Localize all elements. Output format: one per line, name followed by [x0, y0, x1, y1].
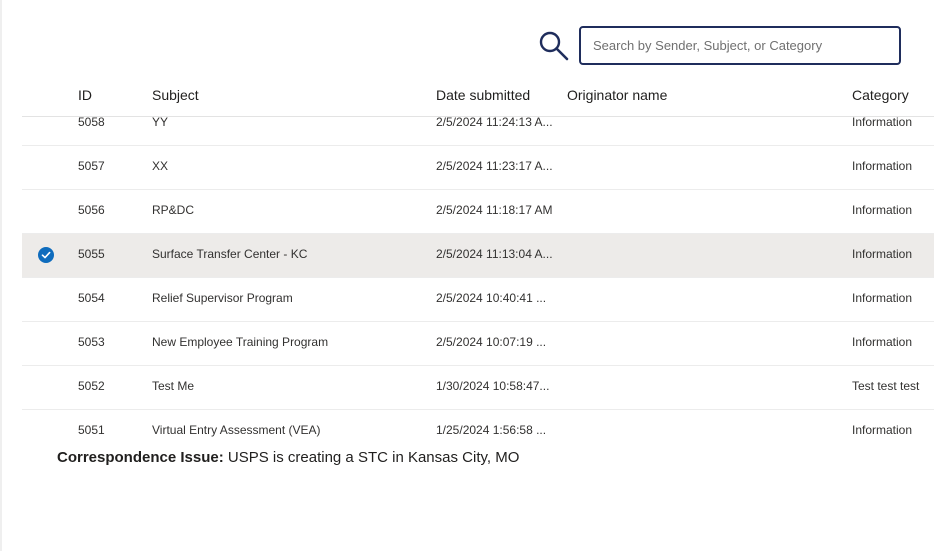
- table-row[interactable]: 5058 YY 2/5/2024 11:24:13 A... Information: [22, 117, 934, 146]
- cell-id: 5051: [78, 423, 105, 437]
- cell-subject: XX: [152, 159, 169, 173]
- cell-id: 5058: [78, 117, 105, 129]
- table-row[interactable]: 5051 Virtual Entry Assessment (VEA) 1/25/2…: [22, 410, 934, 445]
- cell-category: Information: [852, 423, 913, 437]
- cell-id: 5056: [78, 203, 105, 217]
- cell-category: Information: [852, 335, 913, 349]
- cell-category: Information: [852, 291, 913, 305]
- cell-date-submitted: 2/5/2024 10:40:41 ...: [436, 291, 547, 305]
- cell-subject: New Employee Training Program: [152, 335, 329, 349]
- cell-date-submitted: 2/5/2024 11:24:13 A...: [436, 117, 553, 129]
- cell-subject: Relief Supervisor Program: [152, 291, 293, 305]
- cell-date-submitted: 2/5/2024 11:23:17 A...: [436, 159, 553, 173]
- cell-date-submitted: 1/30/2024 10:58:47...: [436, 379, 550, 393]
- search-icon[interactable]: [538, 30, 570, 62]
- cell-id: 5057: [78, 159, 105, 173]
- correspondence-issue-text: USPS is creating a STC in Kansas City, M…: [223, 449, 520, 466]
- cell-category: Information: [852, 117, 913, 129]
- table-row[interactable]: 5053 New Employee Training Program 2/5/202…: [22, 322, 934, 366]
- correspondence-issue: Correspondence Issue: USPS is creating a…: [57, 449, 519, 466]
- column-header-subject[interactable]: Subject: [152, 87, 199, 103]
- cell-date-submitted: 2/5/2024 11:13:04 A...: [436, 247, 553, 261]
- table-row[interactable]: 5054 Relief Supervisor Program 2/5/2024 10…: [22, 278, 934, 322]
- cell-subject: Test Me: [152, 379, 195, 393]
- cell-subject: Virtual Entry Assessment (VEA): [152, 423, 321, 437]
- table-row[interactable]: 5052 Test Me 1/30/2024 10:58:47... Test tes…: [22, 366, 934, 410]
- cell-category: Information: [852, 247, 913, 261]
- cell-subject: Surface Transfer Center - KC: [152, 247, 308, 261]
- search-input[interactable]: [579, 26, 901, 65]
- cell-id: 5055: [78, 247, 105, 261]
- cell-subject: RP&DC: [152, 203, 195, 217]
- column-header-id[interactable]: ID: [78, 87, 92, 103]
- grid-rows-viewport[interactable]: 5058 YY 2/5/2024 11:24:13 A... Information 5…: [22, 117, 934, 445]
- cell-id: 5052: [78, 379, 105, 393]
- column-header-date-submitted[interactable]: Date submitted: [436, 87, 530, 103]
- table-row[interactable]: 5057 XX 2/5/2024 11:23:17 A... Information: [22, 146, 934, 190]
- cell-subject: YY: [152, 117, 169, 129]
- column-header-category[interactable]: Category: [852, 87, 909, 103]
- cell-id: 5054: [78, 291, 105, 305]
- cell-date-submitted: 2/5/2024 10:07:19 ...: [436, 335, 547, 349]
- checkmark-circle-icon[interactable]: [38, 247, 54, 263]
- cell-date-submitted: 1/25/2024 1:56:58 ...: [436, 423, 547, 437]
- table-row[interactable]: 5055 Surface Transfer Center - KC 2/5/2024…: [22, 234, 934, 278]
- cell-date-submitted: 2/5/2024 11:18:17 AM: [436, 203, 553, 217]
- column-header-originator-name[interactable]: Originator name: [567, 87, 667, 103]
- cell-id: 5053: [78, 335, 105, 349]
- cell-category: Information: [852, 159, 913, 173]
- table-row[interactable]: 5056 RP&DC 2/5/2024 11:18:17 AM Information: [22, 190, 934, 234]
- correspondence-grid: ID Subject Date submitted Originator nam…: [22, 80, 934, 445]
- left-divider: [0, 0, 2, 551]
- correspondence-issue-label: Correspondence Issue:: [57, 449, 224, 466]
- grid-rows: 5058 YY 2/5/2024 11:24:13 A... Information 5…: [22, 117, 934, 445]
- grid-header: ID Subject Date submitted Originator nam…: [22, 80, 934, 117]
- cell-category: Information: [852, 203, 913, 217]
- cell-category: Test test test: [852, 379, 920, 393]
